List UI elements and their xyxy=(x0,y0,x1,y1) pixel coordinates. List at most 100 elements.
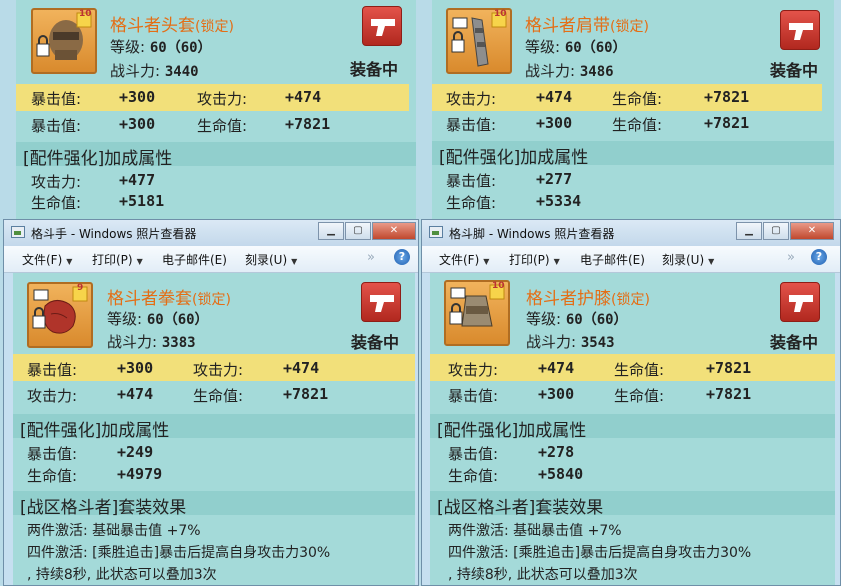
gloves-photo-viewer-window: 格斗手 - Windows 照片查看器 ▁ ▢ ✕ 文件(F) ▼ 打印(P) ▼ … xyxy=(3,219,419,586)
stat-value: +7821 xyxy=(706,385,752,403)
help-icon[interactable]: ? xyxy=(394,249,410,265)
menu-email[interactable]: 电子邮件(E) xyxy=(162,251,227,268)
belt-name-text: 格斗者肩带 xyxy=(525,16,610,36)
gloves-item-name: 格斗者拳套(锁定) xyxy=(107,284,231,309)
bonus-label: 暴击值: xyxy=(446,172,497,190)
overflow-chevron-icon[interactable]: » xyxy=(367,250,375,265)
bonus-value: +477 xyxy=(119,171,156,189)
gloves-power: 3383 xyxy=(161,335,196,351)
bonus-value: +277 xyxy=(536,170,573,188)
menu-print[interactable]: 打印(P) ▼ xyxy=(509,251,560,268)
stat-label: 攻击力: xyxy=(27,387,78,405)
set-header-text: [战区格斗者]套装效果 xyxy=(437,498,604,518)
close-button[interactable]: ✕ xyxy=(372,222,416,240)
menu-file[interactable]: 文件(F) ▼ xyxy=(22,251,72,268)
stat-label: 暴击值: xyxy=(27,361,78,379)
bonus-label: 攻击力: xyxy=(31,173,82,191)
kneepads-name-text: 格斗者护膝 xyxy=(526,289,611,309)
stat-value: +7821 xyxy=(706,359,752,377)
gloves-lock-text: (锁定) xyxy=(192,292,231,308)
level-label: 等级: xyxy=(525,38,561,56)
bonus-label: 生命值: xyxy=(448,467,499,485)
stat-label: 暴击值: xyxy=(446,116,497,134)
helmet-level-line: 等级: 60（60） xyxy=(110,36,212,57)
stat-value: +474 xyxy=(285,88,322,106)
stat-value: +7821 xyxy=(704,88,750,106)
set-four-piece-cont: , 持续8秒, 此状态可以叠加3次 xyxy=(27,567,217,583)
dropdown-arrow-icon: ▼ xyxy=(553,257,560,266)
menu-print[interactable]: 打印(P) ▼ xyxy=(92,251,143,268)
title-bar: 格斗脚 - Windows 照片查看器 ▁ ▢ ✕ xyxy=(422,220,840,246)
bonus-label: 生命值: xyxy=(31,194,82,212)
equipped-label: 装备中 xyxy=(770,333,819,352)
belt-content: 10 格斗者肩带(锁定) 等级: 60（60） 战斗力: 3486 装备中 攻击… xyxy=(432,0,834,222)
maximize-button[interactable]: ▢ xyxy=(763,222,789,240)
menu-file[interactable]: 文件(F) ▼ xyxy=(439,251,489,268)
menu-bar: 文件(F) ▼ 打印(P) ▼ 电子邮件(E) 刻录(U) ▼ » ? xyxy=(4,246,418,273)
menu-email-label: 电子邮件(E) xyxy=(162,253,227,267)
help-icon[interactable]: ? xyxy=(811,249,827,265)
title-bar: 格斗手 - Windows 照片查看器 ▁ ▢ ✕ xyxy=(4,220,418,246)
menu-burn[interactable]: 刻录(U) ▼ xyxy=(245,251,297,268)
belt-level-line: 等级: 60（60） xyxy=(525,36,627,57)
set-four-piece: 四件激活: [乘胜追击]暴击后提高自身攻击力30% xyxy=(448,545,752,561)
menu-print-label: 打印(P) xyxy=(92,253,133,267)
equipped-label: 装备中 xyxy=(350,60,399,79)
close-button[interactable]: ✕ xyxy=(790,222,834,240)
belt-panel: 10 格斗者肩带(锁定) 等级: 60（60） 战斗力: 3486 装备中 攻击… xyxy=(422,0,841,222)
helmet-power: 3440 xyxy=(164,64,199,80)
window-title: 格斗手 - Windows 照片查看器 xyxy=(31,227,197,241)
belt-power: 3486 xyxy=(579,64,614,80)
menu-bar: 文件(F) ▼ 打印(P) ▼ 电子邮件(E) 刻录(U) ▼ » ? xyxy=(422,246,840,273)
kneepads-content: 10 格斗者护膝(锁定) 等级: 60（60） 战斗力: 3543 装备中 攻击… xyxy=(430,273,835,585)
stat-value: +474 xyxy=(283,359,320,377)
maximize-button[interactable]: ▢ xyxy=(345,222,371,240)
menu-email[interactable]: 电子邮件(E) xyxy=(580,251,645,268)
photo-viewer-icon xyxy=(429,226,443,238)
stat-value: +300 xyxy=(119,88,156,106)
set-header: [战区格斗者]套装效果 xyxy=(430,491,835,518)
bonus-value: +5181 xyxy=(119,192,165,210)
stat-label: 生命值: xyxy=(197,117,248,135)
equipped-label: 装备中 xyxy=(351,333,400,352)
dropdown-arrow-icon: ▼ xyxy=(291,257,298,266)
set-header: [战区格斗者]套装效果 xyxy=(13,491,415,518)
gloves-level: 60（60） xyxy=(146,312,209,328)
bonus-value: +5334 xyxy=(536,192,582,210)
dropdown-arrow-icon: ▼ xyxy=(66,257,73,266)
gun-badge-icon xyxy=(361,282,401,322)
level-label: 等级: xyxy=(110,38,146,56)
menu-burn[interactable]: 刻录(U) ▼ xyxy=(662,251,714,268)
menu-file-label: 文件(F) xyxy=(22,253,63,267)
stat-label: 暴击值: xyxy=(31,90,82,108)
power-label: 战斗力: xyxy=(525,62,576,80)
power-label: 战斗力: xyxy=(110,62,161,80)
kneepads-item-name: 格斗者护膝(锁定) xyxy=(526,284,650,309)
stat-label: 攻击力: xyxy=(197,90,248,108)
stat-value: +474 xyxy=(117,385,154,403)
kneepads-power-line: 战斗力: 3543 xyxy=(526,331,615,352)
stat-value: +300 xyxy=(119,115,156,133)
gloves-level-line: 等级: 60（60） xyxy=(107,308,209,329)
helmet-name-text: 格斗者头套 xyxy=(110,16,195,36)
enhance-header: [配件强化]加成属性 xyxy=(432,141,834,168)
stat-label: 生命值: xyxy=(612,116,663,134)
minimize-button[interactable]: ▁ xyxy=(736,222,762,240)
stat-label: 生命值: xyxy=(614,387,665,405)
bonus-label: 生命值: xyxy=(27,467,78,485)
dropdown-arrow-icon: ▼ xyxy=(483,257,490,266)
power-label: 战斗力: xyxy=(526,333,577,351)
enhance-header: [配件强化]加成属性 xyxy=(16,142,416,169)
kneepads-level-line: 等级: 60（60） xyxy=(526,308,628,329)
gun-badge-icon xyxy=(780,10,820,50)
stat-label: 暴击值: xyxy=(448,387,499,405)
enhance-header-text: [配件强化]加成属性 xyxy=(439,148,589,168)
bonus-value: +4979 xyxy=(117,465,163,483)
enhance-header: [配件强化]加成属性 xyxy=(13,414,415,441)
set-header-text: [战区格斗者]套装效果 xyxy=(20,498,187,518)
equipped-label: 装备中 xyxy=(770,61,819,80)
set-four-piece-cont: , 持续8秒, 此状态可以叠加3次 xyxy=(448,567,638,583)
helmet-item-name: 格斗者头套(锁定) xyxy=(110,11,234,36)
minimize-button[interactable]: ▁ xyxy=(318,222,344,240)
overflow-chevron-icon[interactable]: » xyxy=(787,250,795,265)
